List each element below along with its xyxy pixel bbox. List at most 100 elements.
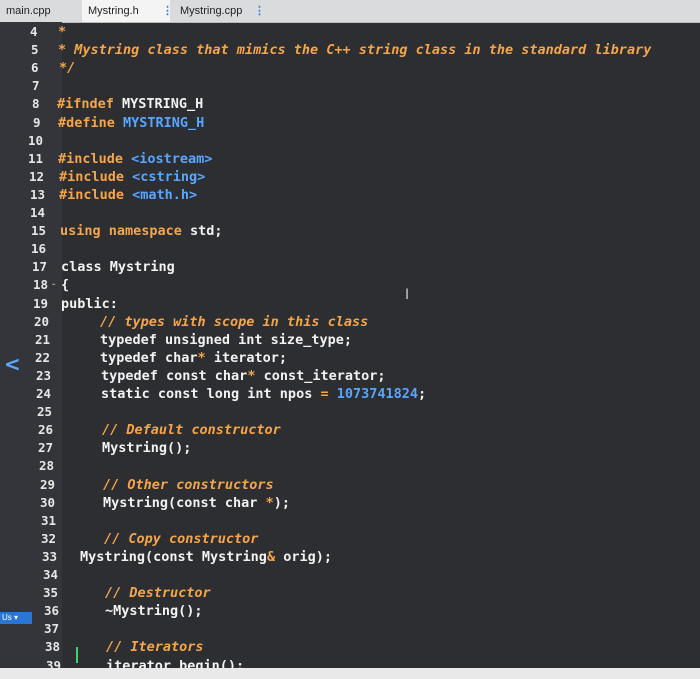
editor-window: main.cpp Mystring.h ⋮ Mystring.cpp ⋮ 4 * 5…	[0, 0, 700, 668]
line-number-text: 11	[28, 150, 44, 166]
code-token: typedef char	[100, 349, 198, 366]
code-line[interactable]: public:	[61, 295, 118, 313]
code-line[interactable]: #include <cstring>	[59, 168, 205, 186]
code-line[interactable]: static const long int npos = 1073741824;	[101, 385, 426, 403]
code-token: =	[320, 386, 329, 402]
code-token: #ifndef	[57, 96, 123, 113]
code-token: iterator;	[205, 349, 287, 366]
tab-label: Mystring.cpp	[180, 5, 243, 17]
line-number: 33	[0, 548, 62, 566]
line-number-text: 7	[32, 78, 40, 94]
code-line[interactable]: typedef char* iterator;	[100, 349, 287, 367]
code-line[interactable]: // Iterators	[106, 638, 204, 656]
line-number-text: 37	[44, 621, 60, 637]
code-token: #include	[59, 186, 133, 203]
code-token: MYSTRING_H	[122, 96, 204, 113]
line-number-text: 32	[41, 530, 57, 546]
line-number: 8	[0, 95, 62, 113]
code-line[interactable]: using namespace std;	[60, 222, 223, 240]
line-number: 10	[0, 132, 62, 150]
line-number-text: 5	[31, 42, 39, 58]
code-line[interactable]: {	[61, 276, 69, 294]
line-number-text: 26	[38, 422, 54, 438]
code-line[interactable]: // Other constructors	[103, 476, 274, 494]
code-line[interactable]: * Mystring class that mimics the C++ str…	[58, 41, 651, 59]
line-number: 17	[0, 258, 62, 276]
code-token: *	[58, 24, 67, 40]
line-number-text: 18	[33, 277, 49, 293]
line-number-text: 17	[32, 259, 48, 275]
code-token: <math.h>	[132, 186, 198, 203]
line-number: 32	[0, 530, 62, 548]
code-line[interactable]: */	[59, 59, 75, 77]
code-line[interactable]: // types with scope in this class	[100, 313, 368, 331]
line-number: 7	[0, 77, 62, 95]
code-token: Mystring();	[102, 440, 192, 457]
code-line[interactable]: // Default constructor	[102, 421, 281, 439]
code-token: &	[266, 548, 276, 565]
more-vertical-icon[interactable]: ⋮	[162, 0, 173, 22]
code-token: Mystring(const Mystring	[80, 548, 267, 565]
code-token: {	[61, 277, 70, 294]
code-line[interactable]: Mystring(const Mystring& orig);	[80, 548, 332, 566]
code-line[interactable]: // Copy constructor	[104, 530, 258, 548]
code-token: // Iterators	[106, 639, 204, 656]
line-number: 9	[0, 114, 62, 132]
line-number: 18-	[0, 276, 62, 294]
line-number: 11	[0, 150, 62, 168]
line-number-text: 28	[39, 458, 55, 474]
line-number-text: 16	[31, 241, 47, 257]
code-line[interactable]: #define MYSTRING_H	[58, 114, 204, 132]
line-number: 15	[0, 222, 62, 240]
code-line[interactable]: ~Mystring();	[105, 602, 203, 620]
line-number-text: 4	[30, 24, 38, 39]
code-line[interactable]: iterator begin();	[106, 657, 244, 669]
line-number-text: 20	[34, 313, 50, 329]
line-number-text: 9	[33, 114, 41, 130]
code-line[interactable]: // Destructor	[105, 584, 211, 602]
fold-toggle-icon[interactable]: -	[51, 276, 56, 294]
code-line[interactable]: class Mystring	[61, 258, 175, 276]
line-number: 6	[0, 59, 62, 77]
line-number: 28	[0, 457, 62, 475]
code-line[interactable]: #include <iostream>	[58, 150, 212, 168]
line-number-text: 8	[32, 96, 40, 112]
code-line[interactable]: *	[58, 23, 66, 41]
code-token: iterator begin();	[106, 657, 245, 669]
line-number-text: 33	[42, 548, 58, 564]
chevron-left-icon[interactable]: <	[4, 352, 21, 376]
ibeam-cursor-icon: I	[405, 287, 410, 303]
code-line[interactable]: typedef const char* const_iterator;	[101, 367, 386, 385]
code-line[interactable]: Mystring(const char *);	[103, 494, 290, 512]
code-token: #include	[59, 168, 133, 185]
code-line[interactable]: #ifndef MYSTRING_H	[57, 95, 203, 113]
line-number-text: 14	[30, 205, 46, 220]
line-number-text: 12	[29, 168, 45, 184]
line-number: 26	[0, 421, 62, 439]
line-number: 34	[0, 566, 62, 584]
code-line[interactable]: typedef unsigned int size_type;	[100, 331, 352, 349]
code-line[interactable]: Mystring();	[102, 439, 191, 457]
tab-mystring-cpp[interactable]: Mystring.cpp ⋮	[174, 0, 265, 22]
line-number-text: 21	[35, 331, 51, 347]
tab-bar: main.cpp Mystring.h ⋮ Mystring.cpp ⋮	[0, 0, 700, 23]
monitor-bezel	[0, 668, 700, 679]
code-token: #include	[58, 150, 132, 167]
line-number-text: 25	[37, 404, 53, 420]
tab-mystring-h[interactable]: Mystring.h ⋮	[82, 0, 173, 22]
code-line[interactable]: #include <math.h>	[59, 186, 197, 204]
line-number-text: 31	[41, 512, 57, 528]
code-token: class Mystring	[61, 259, 175, 276]
line-number-text: 22	[35, 349, 51, 365]
code-token: // Copy constructor	[104, 530, 259, 547]
code-token: * Mystring class that mimics the C++ str…	[58, 42, 652, 59]
tab-main-cpp[interactable]: main.cpp	[0, 0, 80, 22]
code-token: orig);	[275, 548, 332, 565]
line-number-text: 29	[40, 476, 56, 492]
line-number: 24	[0, 385, 62, 403]
line-number: 4	[0, 23, 62, 41]
line-number: 31	[0, 512, 62, 530]
code-token: <iostream>	[131, 150, 213, 167]
more-vertical-icon[interactable]: ⋮	[254, 0, 265, 22]
code-token: using namespace	[60, 223, 191, 240]
